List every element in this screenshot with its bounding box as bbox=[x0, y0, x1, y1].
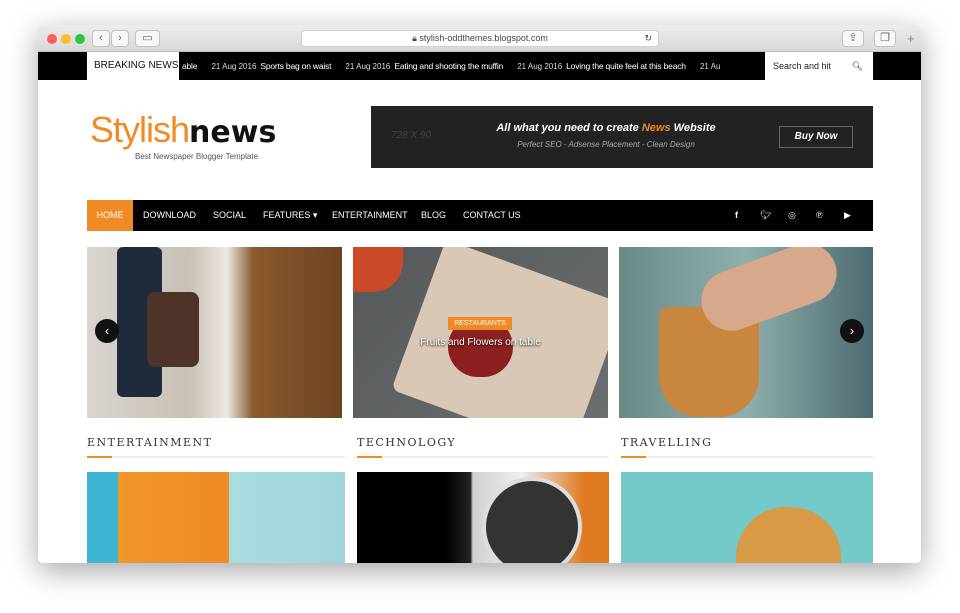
nav-home[interactable]: HOME bbox=[87, 200, 133, 231]
nav-download[interactable]: DOWNLOAD bbox=[143, 200, 196, 231]
ticker-item[interactable]: 21 Aug 2016 Eating and shooting the muffi… bbox=[333, 61, 503, 71]
youtube-icon[interactable]: ▶ bbox=[844, 200, 851, 231]
news-ticker: able 21 Aug 2016 Sports bag on waist 21 A… bbox=[179, 52, 765, 80]
instagram-icon[interactable]: ◎ bbox=[788, 200, 796, 231]
slider-next-button[interactable]: › bbox=[840, 319, 864, 343]
slide-title[interactable]: Fruits and Flowers on table bbox=[353, 337, 608, 348]
back-button[interactable]: ‹ bbox=[92, 30, 110, 47]
ticker-item[interactable]: able bbox=[182, 61, 197, 71]
site-logo[interactable]: Stylishnews bbox=[90, 110, 276, 153]
address-bar[interactable]: 🔒︎ stylish-oddthemes.blogspot.com ↻ bbox=[301, 30, 659, 47]
search-icon[interactable]: 🔍︎ bbox=[852, 52, 863, 80]
breaking-news-label: BREAKING NEWS bbox=[87, 52, 179, 80]
tabs-icon[interactable]: ❐ bbox=[874, 30, 896, 47]
section-divider bbox=[87, 456, 345, 458]
site-tagline: Best Newspaper Blogger Template bbox=[135, 152, 259, 161]
reload-icon[interactable]: ↻ bbox=[644, 31, 652, 46]
ticker-item[interactable]: 21 Aug 2016 Loving the quite feel at this… bbox=[505, 61, 686, 71]
new-tab-icon[interactable]: + bbox=[907, 31, 915, 46]
section-divider bbox=[621, 456, 873, 458]
browser-toolbar: ‹ › ▭ 🔒︎ stylish-oddthemes.blogspot.com ↻… bbox=[38, 25, 921, 52]
section-divider bbox=[357, 456, 609, 458]
slide-image[interactable]: RESTAURANTS Fruits and Flowers on table bbox=[353, 247, 608, 418]
category-badge[interactable]: RESTAURANTS bbox=[448, 317, 512, 330]
nav-social[interactable]: SOCIAL bbox=[213, 200, 246, 231]
main-nav: HOME DOWNLOAD SOCIAL FEATURES ▾ ENTERTAI… bbox=[87, 200, 873, 231]
nav-features[interactable]: FEATURES ▾ bbox=[263, 200, 317, 231]
section-heading[interactable]: ENTERTAINMENT bbox=[87, 436, 213, 449]
ad-headline: All what you need to create News Website bbox=[496, 122, 716, 134]
search-input[interactable]: Search and hit 🔍︎ bbox=[765, 52, 873, 80]
browser-window: ‹ › ▭ 🔒︎ stylish-oddthemes.blogspot.com ↻… bbox=[38, 25, 921, 563]
nav-blog[interactable]: BLOG bbox=[421, 200, 446, 231]
share-icon[interactable]: ⇪ bbox=[842, 30, 864, 47]
nav-entertainment[interactable]: ENTERTAINMENT bbox=[332, 200, 408, 231]
slide-image[interactable] bbox=[87, 247, 342, 418]
minimize-button[interactable] bbox=[61, 34, 71, 44]
ticker-item[interactable]: 21 Au bbox=[688, 61, 724, 71]
close-button[interactable] bbox=[47, 34, 57, 44]
pinterest-icon[interactable]: ℗ bbox=[816, 200, 823, 231]
slider-prev-button[interactable]: ‹ bbox=[95, 319, 119, 343]
post-thumbnail[interactable] bbox=[621, 472, 873, 563]
twitter-icon[interactable]: 🐦︎ bbox=[760, 200, 771, 231]
ad-banner[interactable]: 728 X 90 All what you need to create New… bbox=[371, 106, 873, 168]
nav-contact[interactable]: CONTACT US bbox=[463, 200, 521, 231]
ad-size: 728 X 90 bbox=[391, 130, 432, 141]
sidebar-icon[interactable]: ▭ bbox=[135, 30, 160, 47]
section-heading[interactable]: TRAVELLING bbox=[621, 436, 712, 449]
facebook-icon[interactable]: f bbox=[735, 200, 738, 231]
post-thumbnail[interactable] bbox=[357, 472, 609, 563]
ticker-item[interactable]: 21 Aug 2016 Sports bag on waist bbox=[199, 61, 331, 71]
maximize-button[interactable] bbox=[75, 34, 85, 44]
post-thumbnail[interactable] bbox=[87, 472, 345, 563]
slide-image[interactable] bbox=[619, 247, 873, 418]
ad-subtitle: Perfect SEO - Adsense Placement - Clean … bbox=[517, 140, 695, 149]
section-heading[interactable]: TECHNOLOGY bbox=[357, 436, 456, 449]
buy-now-button[interactable]: Buy Now bbox=[779, 126, 853, 148]
forward-button[interactable]: › bbox=[111, 30, 129, 47]
